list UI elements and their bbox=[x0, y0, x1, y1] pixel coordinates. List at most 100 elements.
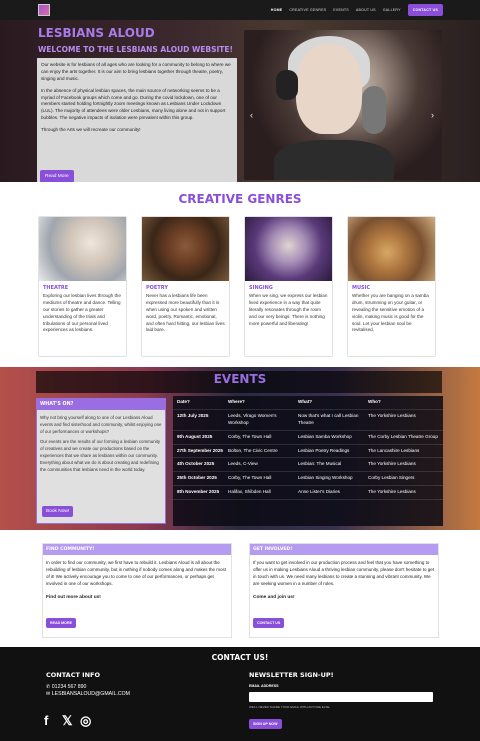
get-involved-bold: Come and join us! bbox=[253, 594, 295, 600]
genre-card-theatre[interactable]: THEATRE Exploring our lesbian lives thro… bbox=[38, 216, 127, 357]
event-what: Lesbian Singing Workshop bbox=[298, 475, 353, 481]
carousel-prev-icon[interactable]: ‹ bbox=[250, 110, 253, 120]
hero-paragraph: In the absence of physical lesbian space… bbox=[41, 87, 226, 121]
contact-info-title: CONTACT INFO bbox=[46, 671, 100, 679]
event-who: The Yorkshire Lesbians bbox=[368, 489, 416, 495]
involved-contact-button[interactable]: CONTACT US bbox=[253, 618, 285, 628]
site-logo[interactable] bbox=[38, 4, 50, 16]
find-community-bold: Find out more about us! bbox=[46, 594, 101, 600]
event-what: Lesbian Samba Workshop bbox=[298, 433, 352, 439]
nav-gallery[interactable]: GALLERY bbox=[383, 8, 401, 12]
event-who: The Lancashire Lesbians bbox=[368, 447, 420, 453]
event-who: The Yorkshire Lesbians bbox=[368, 461, 416, 467]
table-row: 25th October 2025 Corby, The Town Hall L… bbox=[173, 472, 443, 487]
genre-name: THEATRE bbox=[43, 285, 69, 291]
event-where: Corby, The Town Hall bbox=[228, 433, 272, 439]
community-read-more-button[interactable]: READ MORE bbox=[46, 618, 76, 628]
get-involved-card: GET INVOLVED! If you want to get involve… bbox=[249, 543, 439, 638]
genre-card-singing[interactable]: SINGING When we sing, we express our les… bbox=[244, 216, 333, 357]
footer: CONTACT US! CONTACT INFO ✆ 01234 567 890… bbox=[0, 647, 480, 741]
column-header: Who? bbox=[368, 399, 381, 404]
event-who: The Corby Lesbian Theatre Group bbox=[368, 433, 438, 439]
table-row: 9th August 2025 Corby, The Town Hall Les… bbox=[173, 431, 443, 445]
nav-events[interactable]: EVENTS bbox=[333, 8, 349, 12]
find-community-title: FIND COMMUNITY! bbox=[43, 544, 231, 555]
genre-image-theatre bbox=[39, 217, 126, 281]
events-table: Date? Where? What? Who? 12th July 2025 L… bbox=[173, 396, 443, 526]
genre-text: Exploring our lesbian lives through the … bbox=[43, 293, 121, 333]
event-date: 12th July 2025 bbox=[177, 412, 209, 418]
column-header: Where? bbox=[228, 399, 245, 404]
table-row: 27th September 2025 Bolton, The Civic Ce… bbox=[173, 445, 443, 459]
genre-text: When we sing, we express our lesbian liv… bbox=[249, 293, 328, 326]
get-involved-text: If you want to get involved in our produ… bbox=[253, 560, 435, 586]
events-title: EVENTS bbox=[213, 372, 267, 386]
genre-card-music[interactable]: MUSIC Whether you are banging on a samba… bbox=[347, 216, 436, 357]
instagram-icon[interactable]: ◎ bbox=[80, 713, 91, 729]
event-what: Anne Lister's Diaries bbox=[298, 489, 340, 495]
event-date: 4th October 2025 bbox=[177, 461, 215, 467]
table-row: 12th July 2025 Leeds, Vlrago Women's Wor… bbox=[173, 410, 443, 431]
genre-cards: THEATRE Exploring our lesbian lives thro… bbox=[0, 216, 480, 357]
whats-on-title: WHAT'S ON? bbox=[37, 399, 165, 410]
event-date: 8th November 2025 bbox=[177, 489, 220, 495]
genre-text: Never has a lesbians life been expressed… bbox=[146, 293, 225, 333]
events-section: EVENTS WHAT'S ON? Why not bring yourself… bbox=[0, 367, 480, 530]
event-date: 27th September 2025 bbox=[177, 447, 223, 453]
newsletter-email-input[interactable] bbox=[249, 692, 433, 702]
book-now-button[interactable]: Book Now! bbox=[42, 506, 74, 517]
event-what: Lesbian Poetry Readings bbox=[298, 447, 350, 453]
hero-paragraph: Through the Arts we will recreate our co… bbox=[41, 127, 141, 133]
email-label: EMAIL ADDRESS bbox=[249, 684, 279, 688]
hero-section: LESBIANS ALOUD WELCOME TO THE LESBIANS A… bbox=[0, 20, 480, 182]
get-involved-title: GET INVOLVED! bbox=[250, 544, 438, 555]
event-who: The Yorkshire Lesbians bbox=[368, 412, 416, 418]
sign-up-button[interactable]: SIGN UP NOW bbox=[249, 719, 282, 729]
event-where: Corby, The Town Hall bbox=[228, 475, 272, 481]
event-where: Leeds, C-View bbox=[228, 461, 258, 467]
table-header-row: Date? Where? What? Who? bbox=[173, 396, 443, 410]
table-row: 4th October 2025 Leeds, C-View Lesbian: … bbox=[173, 458, 443, 473]
genre-image-poetry bbox=[142, 217, 229, 281]
nav-home[interactable]: HOME bbox=[271, 8, 283, 12]
genre-name: POETRY bbox=[146, 285, 168, 291]
whats-on-panel: WHAT'S ON? Why not bring yourself along … bbox=[36, 398, 166, 524]
footer-title: CONTACT US! bbox=[211, 653, 269, 662]
event-what: Lesbian: The Musical bbox=[298, 461, 342, 467]
phone-number[interactable]: 01234 567 890 bbox=[52, 684, 87, 690]
email-address[interactable]: LESBIANSALOUD@GMAIL.COM bbox=[52, 691, 130, 697]
event-where: Leeds, Vlrago Women's Workshop bbox=[228, 412, 277, 425]
top-navbar: HOME CREATIVE GENRES EVENTS ABOUT US GAL… bbox=[0, 0, 480, 20]
event-where: Halifax, Shibden Hall bbox=[228, 489, 271, 495]
carousel-next-icon[interactable]: › bbox=[431, 110, 434, 120]
hero-subtitle: WELCOME TO THE LESBIANS ALOUD WEBSITE! bbox=[38, 45, 233, 54]
nav-links: HOME CREATIVE GENRES EVENTS ABOUT US GAL… bbox=[271, 4, 443, 16]
facebook-icon[interactable]: f bbox=[44, 713, 48, 728]
genre-card-poetry[interactable]: POETRY Never has a lesbians life been ex… bbox=[141, 216, 230, 357]
x-icon[interactable]: 𝕏 bbox=[62, 713, 72, 729]
genre-image-music bbox=[348, 217, 435, 281]
nav-contact-button[interactable]: CONTACT US bbox=[407, 4, 443, 16]
column-header: Date? bbox=[177, 399, 190, 404]
nav-creative-genres[interactable]: CREATIVE GENRES bbox=[289, 8, 326, 12]
privacy-note: WE'LL NEVER SHARE YOUR EMAIL WITH ANYONE… bbox=[249, 705, 331, 709]
hero-intro-box: Our website is for lesbians of all ages … bbox=[37, 58, 237, 182]
event-who: Corby Lesbian Singers bbox=[368, 475, 415, 481]
whats-on-paragraph: Our events are the results of our formin… bbox=[40, 439, 161, 472]
creative-genres-title: CREATIVE GENRES bbox=[178, 192, 302, 206]
event-date: 9th August 2025 bbox=[177, 433, 213, 439]
table-row: 8th November 2025 Halifax, Shibden Hall … bbox=[173, 486, 443, 501]
newsletter-title: NEWSLETTER SIGN-UP! bbox=[249, 671, 334, 679]
event-where: Bolton, The Civic Centre bbox=[228, 447, 278, 453]
hero-carousel-image: ‹ › bbox=[244, 30, 442, 180]
genre-text: Whether you are banging on a samba drum,… bbox=[352, 293, 429, 333]
genre-image-singing bbox=[245, 217, 332, 281]
nav-about-us[interactable]: ABOUT US bbox=[356, 8, 376, 12]
read-more-button[interactable]: Read More bbox=[40, 169, 74, 182]
hero-paragraph: Our website is for lesbians of all ages … bbox=[41, 62, 231, 81]
find-community-text: In order to find our community, we first… bbox=[46, 560, 227, 586]
whats-on-paragraph: Why not bring yourself along to one of o… bbox=[40, 415, 162, 434]
hero-title: LESBIANS ALOUD bbox=[38, 26, 155, 40]
genre-name: SINGING bbox=[249, 285, 273, 291]
event-what: Now that's what I call Lesbian Theatre bbox=[298, 412, 359, 425]
